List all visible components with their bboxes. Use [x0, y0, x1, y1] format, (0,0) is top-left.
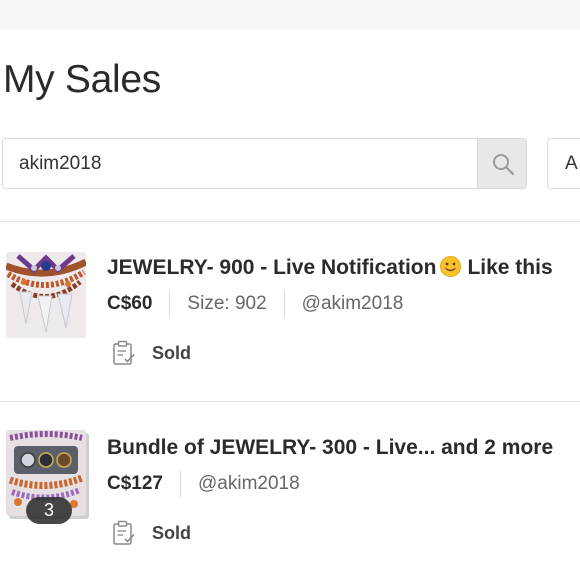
seller-handle[interactable]: @akim2018 [302, 293, 404, 315]
search-bar [2, 138, 527, 189]
divider [0, 221, 580, 222]
search-button[interactable] [477, 139, 526, 188]
listing-price: C$127 [107, 473, 163, 494]
separator [169, 290, 171, 318]
search-input[interactable] [3, 139, 477, 188]
listing-thumbnail[interactable] [6, 252, 86, 338]
listing-meta: C$60 Size: 902 @akim2018 [107, 288, 403, 320]
top-bar [0, 0, 580, 30]
divider [0, 401, 580, 402]
smiling-face-icon [440, 256, 462, 283]
bundle-count-badge: 3 [26, 497, 72, 524]
filter-dropdown[interactable]: A [547, 138, 580, 189]
sale-status: Sold [112, 520, 191, 546]
clipboard-check-icon [113, 520, 135, 545]
listing-title[interactable]: Bundle of JEWELRY- 300 - Live... and 2 m… [107, 436, 553, 460]
listing-title-text-tail: Like this [467, 256, 553, 279]
listing-price: C$60 [107, 293, 153, 314]
separator [180, 470, 181, 498]
search-icon [492, 153, 514, 175]
seller-handle[interactable]: @akim2018 [198, 473, 300, 495]
sale-status: Sold [112, 340, 191, 366]
listing-size: Size: 902 [187, 293, 267, 314]
listing-meta: C$127 @akim2018 [107, 468, 300, 500]
jewelry-photo [6, 252, 86, 338]
status-label: Sold [152, 342, 191, 363]
page-title: My Sales [3, 58, 161, 101]
listing-title-text: JEWELRY- 900 - Live Notification [107, 256, 437, 279]
separator [283, 290, 285, 318]
listing-title[interactable]: JEWELRY- 900 - Live Notification Like thi… [107, 256, 553, 283]
clipboard-check-icon [113, 340, 135, 365]
status-label: Sold [152, 522, 191, 543]
